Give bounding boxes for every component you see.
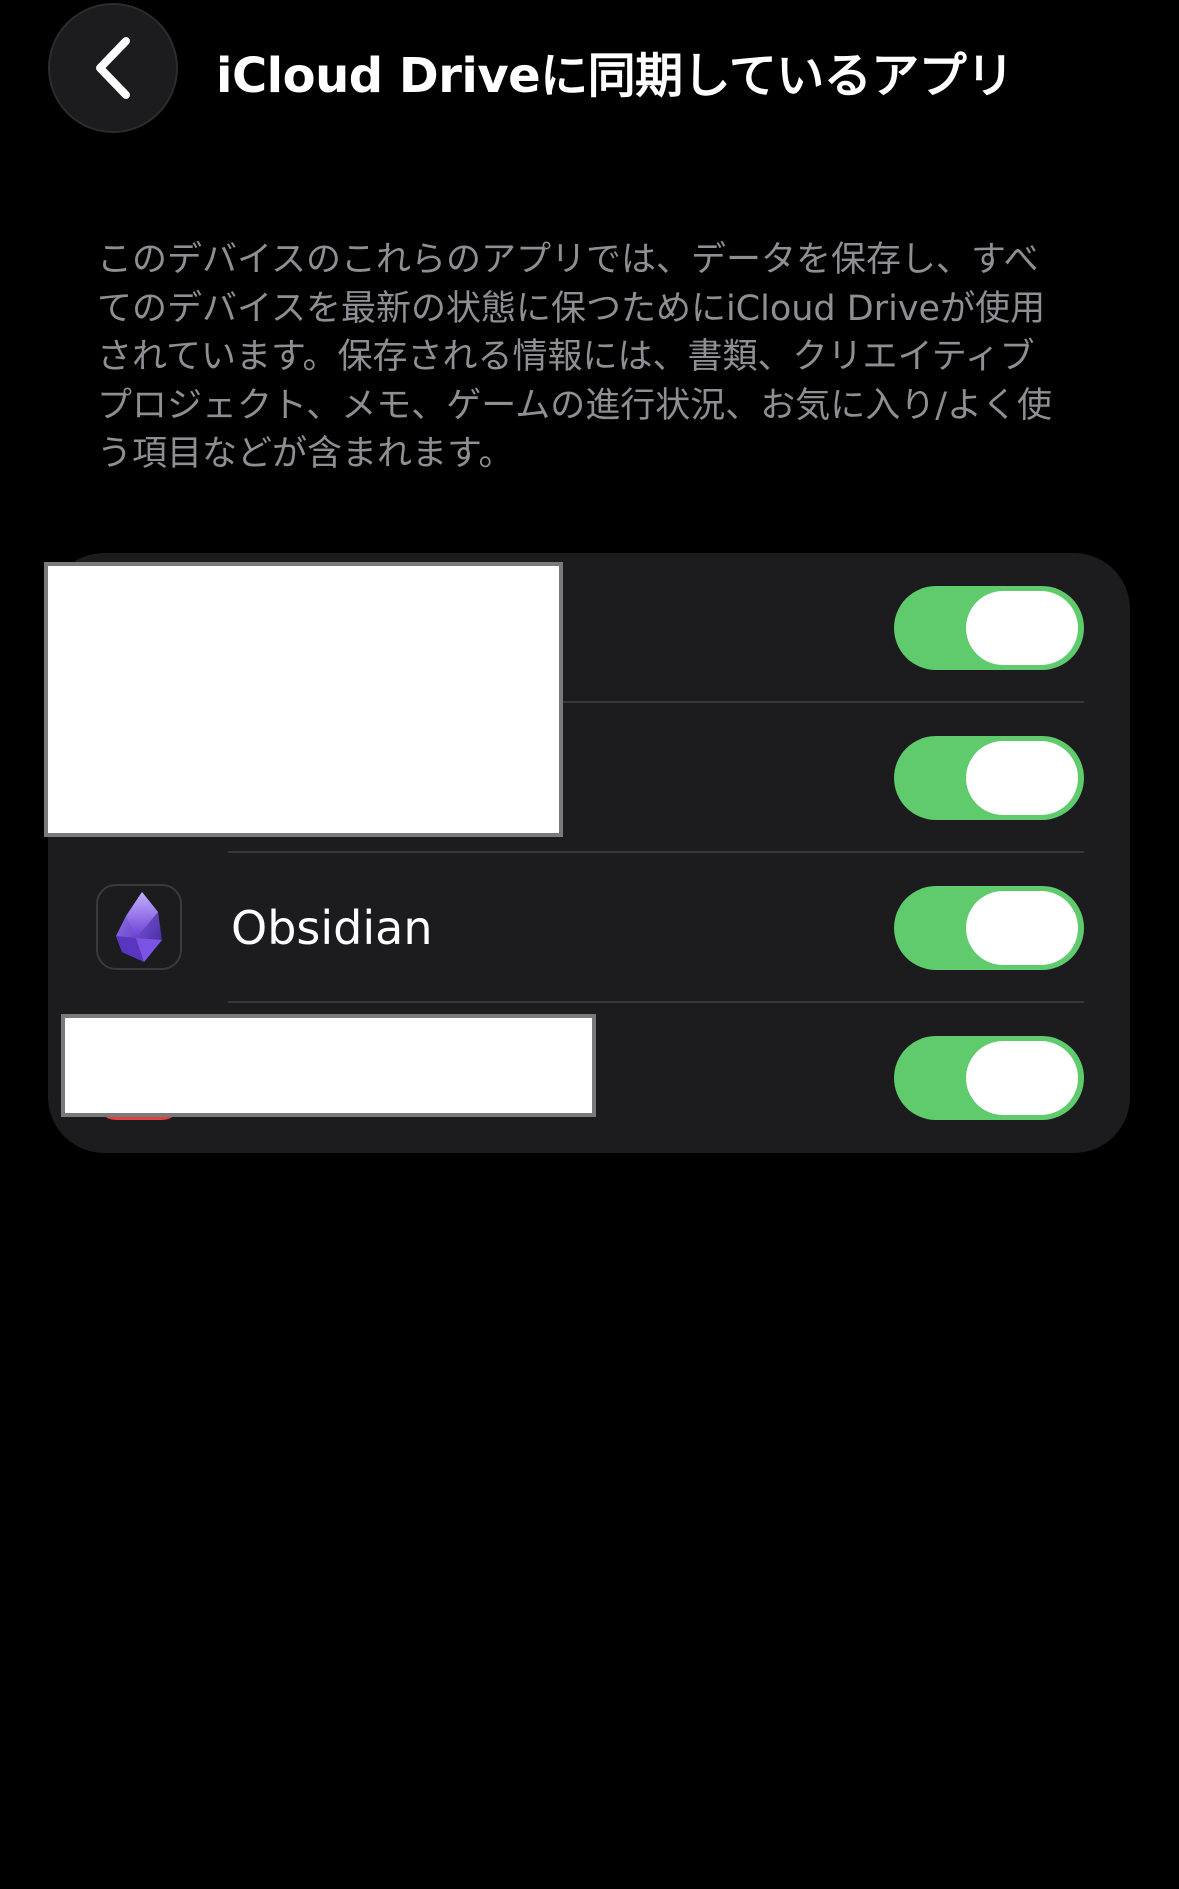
sync-toggle[interactable]	[894, 586, 1084, 670]
back-button[interactable]	[48, 3, 178, 133]
sync-toggle-obsidian[interactable]	[894, 886, 1084, 970]
description-text: このデバイスのこれらのアプリでは、データを保存し、すべてのデバイスを最新の状態に…	[97, 240, 1053, 474]
sync-toggle[interactable]	[894, 1036, 1084, 1120]
chevron-left-icon	[96, 37, 130, 99]
app-row-obsidian: Obsidian	[48, 853, 1130, 1003]
page-title: iCloud Driveに同期しているアプリ	[216, 48, 1014, 104]
toggle-knob	[966, 741, 1078, 815]
toggle-knob	[966, 591, 1078, 665]
redaction-box	[44, 562, 563, 837]
toggle-knob	[966, 891, 1078, 965]
toggle-knob	[966, 1041, 1078, 1115]
obsidian-icon	[96, 884, 182, 970]
app-name: Obsidian	[231, 901, 433, 955]
sync-toggle[interactable]	[894, 736, 1084, 820]
redaction-box	[61, 1014, 596, 1117]
